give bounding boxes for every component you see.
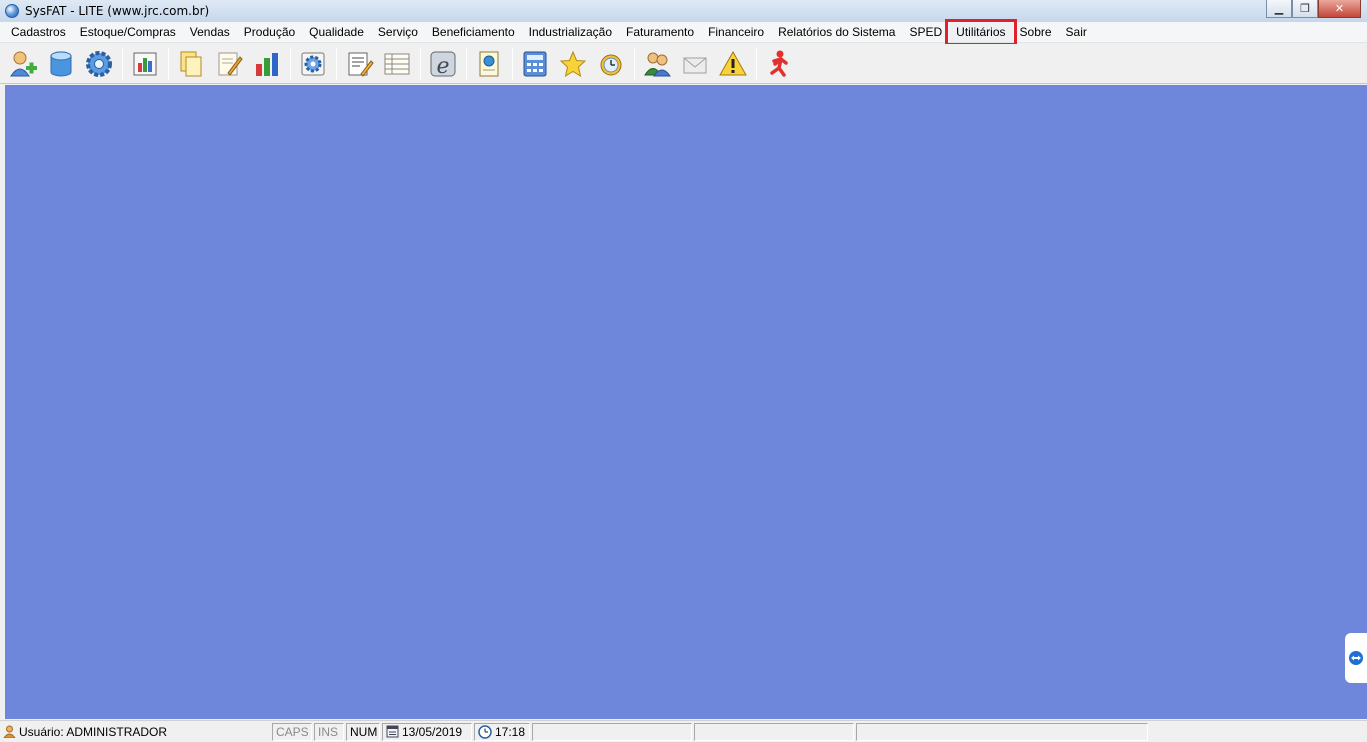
menu-faturamento[interactable]: Faturamento bbox=[619, 23, 701, 42]
status-user: Usuário: ADMINISTRADOR bbox=[19, 724, 168, 739]
mail-button[interactable] bbox=[678, 47, 712, 81]
list-sheet-button[interactable] bbox=[380, 47, 414, 81]
status-caps: CAPS bbox=[272, 722, 312, 741]
database-button[interactable] bbox=[44, 47, 78, 81]
toolbar-separator bbox=[168, 47, 169, 80]
toolbar-separator bbox=[420, 47, 421, 80]
close-icon: ✕ bbox=[1334, 2, 1345, 15]
notepad-button[interactable] bbox=[342, 47, 376, 81]
warning-button[interactable] bbox=[716, 47, 750, 81]
database-icon bbox=[50, 51, 72, 76]
toolbar-separator bbox=[512, 47, 513, 80]
close-button[interactable]: ✕ bbox=[1318, 0, 1361, 18]
status-date: 13/05/2019 bbox=[402, 724, 463, 739]
menu-bar: Cadastros Estoque/Compras Vendas Produçã… bbox=[0, 18, 1367, 46]
toolbar-separator bbox=[290, 47, 291, 80]
toolbar-separator bbox=[756, 47, 757, 80]
menu-sobre[interactable]: Sobre bbox=[1013, 23, 1059, 42]
document-globe-button[interactable] bbox=[472, 47, 506, 81]
toolbar-separator bbox=[466, 47, 467, 80]
menu-industrializacao[interactable]: Industrialização bbox=[522, 23, 619, 42]
menu-beneficiamento[interactable]: Beneficiamento bbox=[425, 23, 522, 42]
app-window: SysFAT - LITE (www.jrc.com.br) ▁ ❐ ✕ Cad… bbox=[0, 0, 1367, 742]
nfe-button[interactable]: e bbox=[426, 47, 460, 81]
menu-producao[interactable]: Produção bbox=[237, 23, 302, 42]
menu-sair[interactable]: Sair bbox=[1059, 23, 1094, 42]
menu-financeiro[interactable]: Financeiro bbox=[701, 23, 771, 42]
settings-document-button[interactable] bbox=[296, 47, 330, 81]
alarm-clock-icon bbox=[600, 54, 622, 75]
status-user-panel: Usuário: ADMINISTRADOR bbox=[0, 723, 270, 741]
toolbar: e bbox=[0, 44, 1367, 84]
toolbar-separator bbox=[122, 47, 123, 80]
menu-estoque-compras[interactable]: Estoque/Compras bbox=[73, 23, 183, 42]
status-bar: Usuário: ADMINISTRADOR CAPS INS NUM 13/0… bbox=[0, 720, 1367, 742]
calculator-icon bbox=[523, 51, 547, 76]
status-time-panel: 17:18 bbox=[474, 722, 530, 741]
status-num: NUM bbox=[346, 722, 380, 741]
ins-indicator: INS bbox=[318, 724, 339, 739]
document-globe-icon bbox=[479, 51, 499, 76]
gear-icon bbox=[86, 50, 112, 77]
mdi-workspace bbox=[5, 85, 1367, 719]
add-user-button[interactable] bbox=[6, 47, 40, 81]
minimize-button[interactable]: ▁ bbox=[1266, 0, 1292, 18]
menu-cadastros[interactable]: Cadastros bbox=[4, 23, 73, 42]
exit-runner-icon bbox=[770, 50, 788, 77]
menu-relatorios[interactable]: Relatórios do Sistema bbox=[771, 23, 902, 42]
bar-chart-icon bbox=[256, 52, 278, 76]
menu-sped[interactable]: SPED bbox=[902, 23, 949, 42]
alarm-button[interactable] bbox=[594, 47, 628, 81]
star-icon bbox=[559, 50, 587, 77]
status-ins: INS bbox=[314, 722, 344, 741]
status-empty-panel-2 bbox=[694, 722, 854, 741]
users-button[interactable] bbox=[640, 47, 674, 81]
settings-document-icon bbox=[301, 52, 325, 75]
title-bar[interactable]: SysFAT - LITE (www.jrc.com.br) ▁ ❐ ✕ bbox=[0, 0, 1367, 22]
exit-button[interactable] bbox=[762, 47, 796, 81]
toolbar-separator bbox=[634, 47, 635, 80]
restore-icon: ❐ bbox=[1300, 2, 1310, 15]
nfe-icon: e bbox=[430, 51, 456, 79]
bar-chart-button[interactable] bbox=[250, 47, 284, 81]
num-indicator: NUM bbox=[350, 724, 378, 739]
edit-document-button[interactable] bbox=[212, 47, 246, 81]
window-title: SysFAT - LITE (www.jrc.com.br) bbox=[25, 4, 210, 18]
restore-button[interactable]: ❐ bbox=[1292, 0, 1318, 18]
minimize-icon: ▁ bbox=[1274, 2, 1284, 15]
edit-document-icon bbox=[218, 52, 243, 76]
list-sheet-icon bbox=[384, 53, 410, 74]
teamviewer-side-tab[interactable] bbox=[1345, 633, 1367, 683]
teamviewer-icon bbox=[1349, 651, 1363, 665]
copy-documents-button[interactable] bbox=[174, 47, 208, 81]
menu-servico[interactable]: Serviço bbox=[371, 23, 425, 42]
report-button[interactable] bbox=[128, 47, 162, 81]
add-user-icon bbox=[10, 51, 37, 76]
status-empty-panel-1 bbox=[532, 722, 692, 741]
calculator-button[interactable] bbox=[518, 47, 552, 81]
menu-qualidade[interactable]: Qualidade bbox=[302, 23, 371, 42]
notepad-icon bbox=[348, 52, 374, 77]
calendar-icon bbox=[386, 725, 399, 738]
menu-vendas[interactable]: Vendas bbox=[183, 23, 237, 42]
window-controls: ▁ ❐ ✕ bbox=[1266, 0, 1361, 18]
mail-icon bbox=[683, 57, 707, 73]
menu-utilitarios[interactable]: Utilitários bbox=[945, 18, 1017, 46]
copy-documents-icon bbox=[180, 51, 202, 76]
status-empty-panel-3 bbox=[856, 722, 1148, 741]
user-icon bbox=[3, 725, 16, 738]
report-icon bbox=[133, 52, 157, 75]
settings-button[interactable] bbox=[82, 47, 116, 81]
users-icon bbox=[644, 52, 671, 76]
status-date-panel: 13/05/2019 bbox=[382, 722, 472, 741]
warning-icon bbox=[719, 50, 747, 75]
svg-text:e: e bbox=[436, 54, 449, 79]
caps-indicator: CAPS bbox=[276, 724, 309, 739]
toolbar-separator bbox=[336, 47, 337, 80]
favorites-button[interactable] bbox=[556, 47, 590, 81]
app-logo-icon bbox=[5, 4, 19, 18]
clock-icon bbox=[478, 724, 492, 739]
status-time: 17:18 bbox=[495, 724, 526, 739]
